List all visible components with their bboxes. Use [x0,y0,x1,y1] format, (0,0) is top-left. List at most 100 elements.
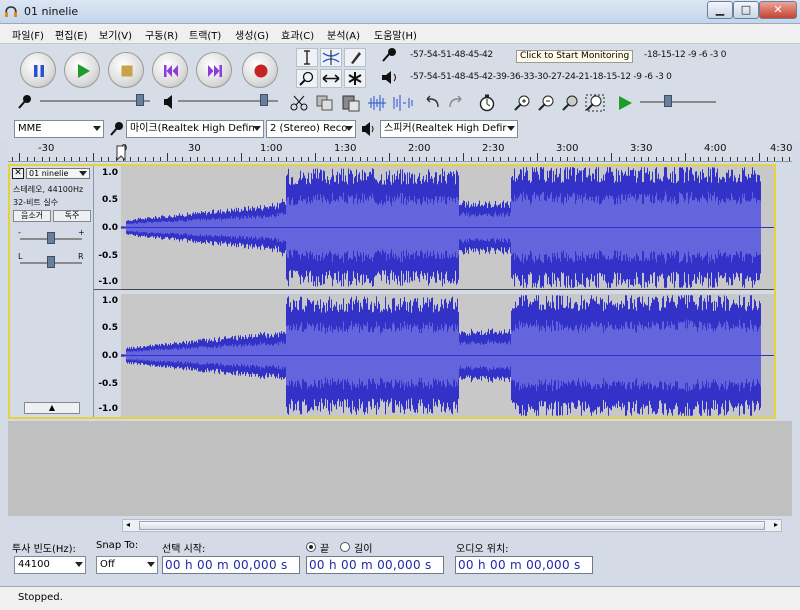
draw-tool-button[interactable] [344,48,366,67]
menu-tracks[interactable]: 트랙(T) [189,27,221,42]
snap-to-select[interactable]: Off [96,556,158,574]
playback-speed-slider[interactable] [640,95,716,107]
playback-meter[interactable]: -57-54-51-48-45-42-39-36-33-30-27-24-21-… [376,68,750,87]
length-radio[interactable] [340,542,350,552]
envelope-tool-button[interactable] [320,48,342,67]
input-volume-thumb[interactable] [136,94,144,106]
scroll-right-icon[interactable]: ▸ [774,520,778,529]
ruler-tick [359,157,361,161]
output-volume-icon [164,95,172,109]
collapse-track-button[interactable]: ▲ [24,402,80,414]
menu-effect[interactable]: 효과(C) [281,27,314,42]
scrollbar-thumb[interactable] [139,521,765,530]
ruler-tick [707,157,709,161]
zoom-in-button[interactable] [512,93,534,113]
menu-help[interactable]: 도움말(H) [374,27,417,42]
trim-button[interactable] [366,93,388,113]
stop-button[interactable] [108,52,144,88]
chevron-down-icon [147,562,155,567]
project-rate-label: 투사 빈도(Hz): [12,544,76,555]
ruler-label: 3:00 [556,143,579,154]
track-pan-slider[interactable] [20,256,82,268]
output-volume-slider[interactable] [178,94,278,106]
track-pan-thumb[interactable] [47,256,55,268]
redo-button[interactable] [444,93,466,113]
recording-device-select[interactable]: 마이크(Realtek High Defin [126,120,264,138]
play-at-speed-button[interactable] [614,93,636,113]
selection-end-time[interactable]: 00 h 00 m 00,000 s [306,556,444,574]
vertical-scale-right[interactable]: 1.0 0.5 0.0 -0.5 -1.0 [94,294,121,417]
ruler-tick [278,157,280,161]
audio-host-select[interactable]: MME [14,120,104,138]
skip-to-end-button[interactable] [196,52,232,88]
undo-button[interactable] [422,93,444,113]
audio-track[interactable]: ✕ 01 ninelie 스테레오, 44100Hz 32-비트 실수 음소거 … [8,164,776,419]
waveform-right-graphic [121,295,774,416]
record-button[interactable] [242,52,278,88]
skip-to-start-button[interactable] [152,52,188,88]
zoom-out-button[interactable] [536,93,558,113]
project-rate-select[interactable]: 44100 [14,556,86,574]
scale-label: 0.5 [102,195,118,205]
waveform-right-channel[interactable] [121,294,774,417]
menu-analyze[interactable]: 분석(A) [327,27,360,42]
zoom-tool-button[interactable] [296,69,318,88]
paste-button[interactable] [340,93,362,113]
menu-view[interactable]: 보기(V) [99,27,132,42]
track-gain-slider[interactable] [20,232,82,244]
mute-button[interactable]: 음소거 [13,210,51,222]
time-shift-tool-button[interactable] [320,69,342,88]
timeline-ruler[interactable]: -30 0 30 1:00 1:30 2:00 2:30 3:00 3:30 4… [8,142,792,162]
input-volume-slider[interactable] [40,94,150,106]
ruler-label: 3:30 [630,143,653,154]
minimize-button[interactable]: ▁ [707,1,733,19]
cut-button[interactable] [288,93,310,113]
recording-channels-select[interactable]: 2 (Stereo) Reco [266,120,356,138]
menu-transport[interactable]: 구동(R) [145,27,178,42]
track-gain-thumb[interactable] [47,232,55,244]
transport-toolbar [10,48,290,90]
selection-tool-button[interactable] [296,48,318,67]
vertical-scale-left[interactable]: 1.0 0.5 0.0 -0.5 -1.0 [94,166,121,290]
fit-selection-button[interactable] [560,93,582,113]
waveform-left-channel[interactable] [121,166,774,290]
track-close-button[interactable]: ✕ [12,168,24,179]
output-volume-thumb[interactable] [260,94,268,106]
playback-device-select[interactable]: 스피커(Realtek High Defir [380,120,518,138]
silence-button[interactable] [392,93,414,113]
playback-speed-thumb[interactable] [664,95,672,107]
ruler-tick [670,157,672,161]
ruler-label: 4:00 [704,143,727,154]
track-name-menu[interactable]: 01 ninelie [26,168,90,179]
track-area-background[interactable] [8,421,792,516]
audio-position-time[interactable]: 00 h 00 m 00,000 s [455,556,593,574]
end-radio[interactable] [306,542,316,552]
multi-tool-button[interactable] [344,69,366,88]
ruler-tick [308,157,309,161]
ruler-tick [322,157,324,161]
fit-project-button[interactable] [584,93,606,113]
menu-edit[interactable]: 편집(E) [55,27,88,42]
solo-button[interactable]: 독주 [53,210,91,222]
selection-end-value: 00 h 00 m 00,000 s [309,558,432,572]
maximize-button[interactable]: □ [733,1,759,19]
ruler-tick [189,157,191,161]
horizontal-scrollbar[interactable]: ◂ ▸ [122,519,782,532]
copy-button[interactable] [314,93,336,113]
menu-generate[interactable]: 생성(G) [235,27,269,42]
ruler-tick [300,157,302,161]
menu-file[interactable]: 파일(F) [12,27,44,42]
pause-button[interactable] [20,52,56,88]
ruler-tick [567,157,568,161]
play-button[interactable] [64,52,100,88]
sync-lock-button[interactable] [476,93,498,113]
selection-start-time[interactable]: 00 h 00 m 00,000 s [162,556,300,574]
clock-icon [479,94,495,112]
playhead-marker-icon[interactable] [114,144,128,162]
start-monitoring-label[interactable]: Click to Start Monitoring [516,50,634,63]
close-button[interactable]: ✕ [759,1,797,19]
scissors-icon [290,95,308,111]
tools-toolbar [296,48,370,90]
scale-label: 1.0 [102,168,118,178]
scroll-left-icon[interactable]: ◂ [126,520,130,529]
